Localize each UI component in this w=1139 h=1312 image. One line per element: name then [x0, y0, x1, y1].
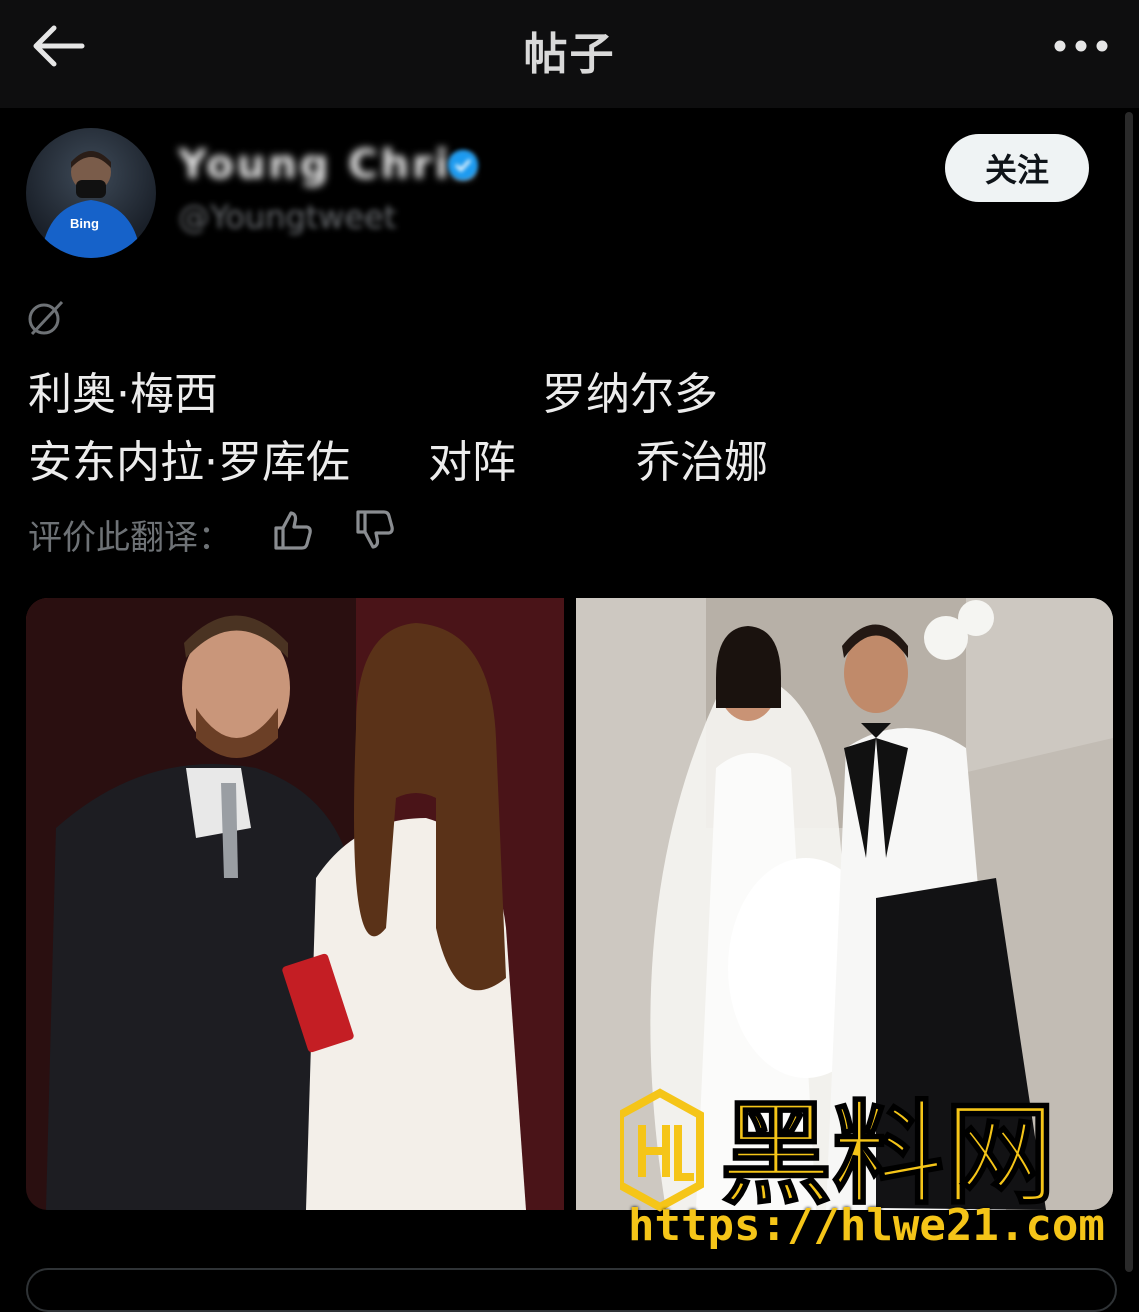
- left-photo[interactable]: [26, 598, 564, 1210]
- avatar[interactable]: Bing: [26, 128, 156, 258]
- watermark-logo: 黑料网: [620, 1088, 1057, 1215]
- translation-line2-middle: 对阵: [428, 437, 516, 488]
- translation-line2-left: 安东内拉·罗库佐: [28, 437, 350, 488]
- watermark-url: https://hlwe21.com: [628, 1200, 1105, 1251]
- thumb-down-icon[interactable]: [352, 508, 396, 552]
- translate-icon: [28, 300, 64, 336]
- scrollbar[interactable]: [1125, 112, 1133, 1272]
- svg-text:Bing: Bing: [70, 216, 99, 231]
- rate-translation-label: 评价此翻译：: [28, 518, 232, 558]
- author-display-name[interactable]: Young Chris: [178, 142, 478, 188]
- next-post-card[interactable]: [26, 1268, 1117, 1312]
- thumb-up-icon[interactable]: [270, 508, 314, 552]
- verified-badge-icon: [448, 150, 478, 180]
- translation-line2-right: 乔治娜: [636, 437, 768, 488]
- translation-line1-left: 利奥·梅西: [28, 369, 218, 420]
- translation-line1-right: 罗纳尔多: [542, 369, 718, 420]
- top-bar: 帖子: [0, 0, 1139, 108]
- page-title: 帖子: [523, 29, 616, 80]
- more-horizontal-icon[interactable]: [1051, 26, 1111, 66]
- watermark-logo-text: 黑料网: [720, 1090, 1056, 1215]
- follow-button[interactable]: 关注: [945, 134, 1089, 202]
- author-handle[interactable]: @Youngtweet: [178, 198, 396, 236]
- wedding-photo-couple-1: [26, 598, 564, 1210]
- avatar-image: Bing: [41, 151, 141, 258]
